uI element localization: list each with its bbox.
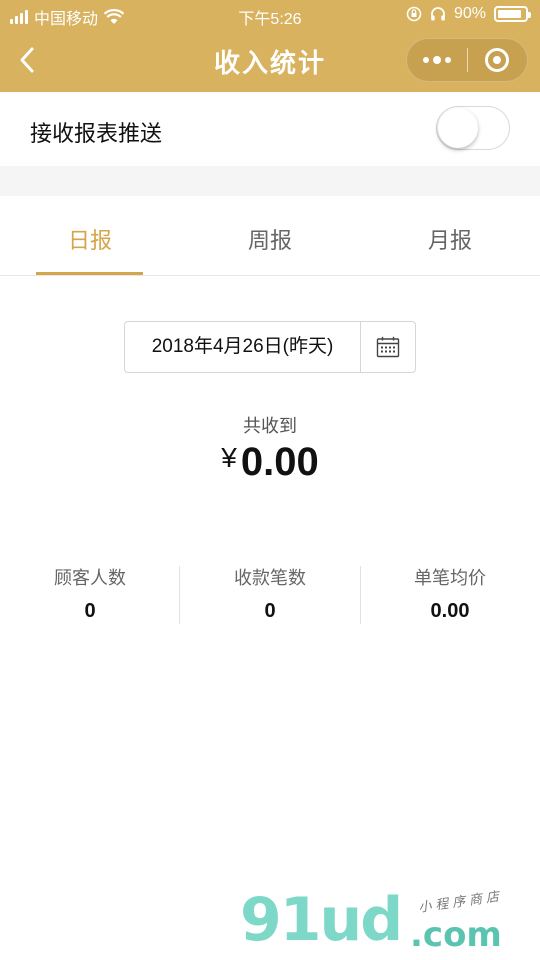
orientation-lock-icon bbox=[406, 6, 422, 22]
stat-divider bbox=[179, 566, 180, 624]
mini-program-capsule bbox=[406, 38, 528, 82]
app-header: 中国移动 下午5:26 90% 收入统计 bbox=[0, 0, 540, 92]
close-button[interactable] bbox=[467, 38, 527, 82]
battery-percent: 90% bbox=[453, 5, 486, 22]
watermark-logo: 91ud 小程序商店 .com bbox=[240, 885, 530, 955]
status-bar: 中国移动 下午5:26 90% bbox=[0, 0, 540, 30]
battery-fill bbox=[498, 10, 521, 18]
tab-monthly[interactable]: 月报 bbox=[360, 196, 540, 276]
push-toggle[interactable] bbox=[436, 106, 510, 150]
status-right: 90% bbox=[406, 5, 531, 23]
stats-row: 顾客人数 0 收款笔数 0 单笔均价 0.00 bbox=[0, 562, 540, 624]
more-button[interactable] bbox=[407, 38, 467, 82]
total-label: 共收到 bbox=[243, 416, 297, 436]
stat-label: 收款笔数 bbox=[234, 568, 306, 588]
toggle-knob bbox=[438, 108, 478, 148]
watermark-brand: 91ud bbox=[240, 885, 403, 955]
date-picker[interactable]: 2018年4月26日(昨天) bbox=[124, 321, 416, 373]
watermark-domain: .com bbox=[410, 915, 502, 955]
stat-label: 单笔均价 bbox=[414, 568, 486, 588]
currency-symbol: ¥ bbox=[221, 442, 237, 473]
stat-value: 0.00 bbox=[430, 600, 470, 622]
stat-value: 0 bbox=[84, 600, 96, 622]
stat-payments: 收款笔数 0 bbox=[180, 562, 360, 624]
battery-icon bbox=[494, 6, 531, 22]
stat-customers: 顾客人数 0 bbox=[0, 562, 180, 624]
headphones-icon bbox=[431, 7, 445, 21]
total-value: 0.00 bbox=[240, 440, 319, 484]
push-setting-row: 接收报表推送 bbox=[0, 92, 540, 166]
more-dots-icon bbox=[422, 56, 451, 64]
section-divider bbox=[0, 166, 540, 196]
date-value[interactable]: 2018年4月26日(昨天) bbox=[125, 322, 361, 372]
calendar-button[interactable] bbox=[361, 322, 415, 372]
tab-indicator bbox=[36, 272, 143, 275]
total-amount: ¥0.00 bbox=[0, 440, 540, 485]
stat-divider bbox=[360, 566, 361, 624]
tab-daily[interactable]: 日报 bbox=[0, 196, 180, 276]
report-tabs: 日报 周报 月报 bbox=[0, 196, 540, 276]
push-label: 接收报表推送 bbox=[30, 121, 163, 146]
stat-average: 单笔均价 0.00 bbox=[360, 562, 540, 624]
target-circle-icon bbox=[485, 48, 510, 72]
stat-value: 0 bbox=[264, 600, 276, 622]
nav-bar: 收入统计 bbox=[0, 30, 540, 92]
tab-weekly[interactable]: 周报 bbox=[180, 196, 360, 276]
stat-label: 顾客人数 bbox=[54, 568, 126, 588]
calendar-icon bbox=[376, 336, 400, 358]
watermark-tagline: 小程序商店 bbox=[417, 888, 504, 915]
